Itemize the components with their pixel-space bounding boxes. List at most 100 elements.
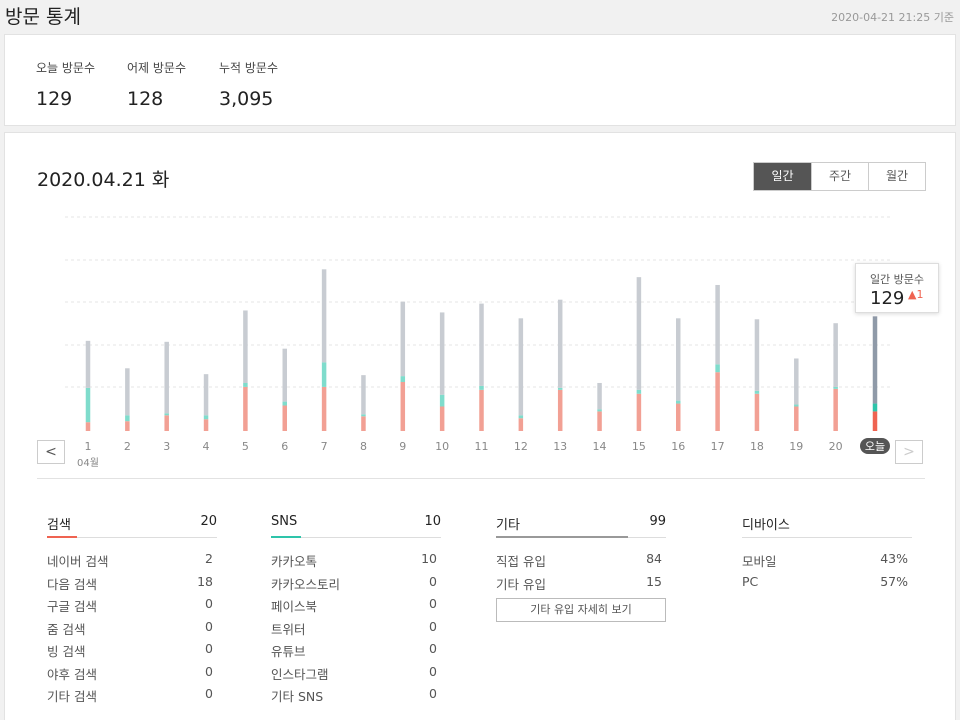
source-search-title: 검색 [47,518,71,533]
bar-segment [243,382,248,387]
source-sns-title: SNS [271,514,298,529]
bar-segment [439,406,445,431]
row-name: 트위터 [271,621,306,637]
source-search-header: 검색 20 [47,514,217,539]
bar-segment [676,403,681,431]
bar-segment [518,418,524,431]
tooltip-value: 129 [870,288,905,309]
source-sns-total: 10 [424,514,441,529]
bar-segment [636,277,642,390]
section-divider [37,478,925,479]
list-item: 다음 검색 18 [47,574,217,597]
bar-segment [125,368,130,416]
list-item: 기타 검색 0 [47,686,217,709]
bar-segment [518,415,524,419]
row-name: 기타 SNS [271,689,324,704]
source-device: 디바이스 모바일 43% PC 57% [742,514,912,589]
x-tick-label: 2 [124,440,131,453]
x-tick-label: 11 [475,440,489,453]
bar-segment [400,301,406,377]
x-tick-label: 10 [435,440,449,453]
source-device-title: 디바이스 [742,518,790,533]
stat-total-value: 3,095 [219,88,274,110]
list-item: 유튜브 0 [271,641,441,664]
bar-segment [676,400,681,404]
row-name: 모바일 [742,554,777,569]
list-item: 줌 검색 0 [47,619,217,642]
bar-segment [676,318,681,401]
row-name: 줌 검색 [47,621,86,637]
list-item: 트위터 0 [271,619,441,642]
tooltip-label: 일간 방문수 [869,273,925,286]
stat-total-label: 누적 방문수 [219,61,279,75]
row-value: 57% [880,573,908,589]
stat-yesterday: 어제 방문수 128 [127,59,186,110]
row-value: 0 [429,641,437,656]
bar-segment [557,389,563,431]
bar-segment [361,375,366,415]
x-tick-label: 8 [360,440,367,453]
row-name: 네이버 검색 [47,554,109,569]
x-tick-label: 7 [321,440,328,453]
other-details-button[interactable]: 기타 유입 자세히 보기 [496,598,666,622]
row-value: 84 [646,551,662,566]
list-item: PC 57% [742,574,912,597]
source-device-list: 모바일 43% PC 57% [742,551,912,596]
x-tick-label: 9 [399,440,406,453]
list-item: 카카오톡 10 [271,551,441,574]
bar-segment [400,382,406,431]
bar-segment [557,299,563,388]
row-value: 0 [429,573,437,589]
header-rule [742,537,912,538]
row-name: 구글 검색 [47,599,97,614]
list-item: 야후 검색 0 [47,664,217,687]
bar-segment [715,372,720,431]
bar-segment [243,310,248,383]
x-tick-label: 16 [671,440,685,453]
visit-chart-card: 2020.04.21 화 일간 주간 월간 1 2 3 4 5 6 7 8 9 10 11 12 13 1… [4,132,956,720]
source-search-list: 네이버 검색 2 다음 검색 18 구글 검색 0 줌 검색 0 빙 검색 0 야후 검색… [47,551,217,709]
row-value: 0 [205,686,213,701]
prev-period-button[interactable]: < [37,440,65,464]
stat-total: 누적 방문수 3,095 [219,59,278,110]
bar-segment [282,405,287,431]
row-value: 0 [205,596,213,611]
stat-today-label: 오늘 방문수 [36,61,96,75]
next-period-button[interactable]: > [895,440,923,464]
row-name: 카카오톡 [271,554,318,569]
x-tick-label: 13 [553,440,567,453]
bar-segment [754,319,760,391]
bar-segment [361,414,366,417]
row-name: 야후 검색 [47,666,97,682]
list-item: 기타 SNS 0 [271,686,441,709]
visit-bar-chart: 1 2 3 4 5 6 7 8 9 10 11 12 13 14 15 16 17 18 19 20 오늘04월 [65,216,893,469]
bar-segment [597,409,602,412]
bar-segment [518,318,524,416]
bar-segment [125,421,130,431]
x-tick-label: 15 [632,440,646,453]
bar-segment [754,393,760,431]
bar-segment [282,348,287,402]
bar-segment [85,387,91,423]
source-search: 검색 20 네이버 검색 2 다음 검색 18 구글 검색 0 줌 검색 0 빙 검색 0… [47,514,217,704]
row-value: 0 [205,663,213,679]
stat-yesterday-label: 어제 방문수 [127,61,187,75]
stat-yesterday-value: 128 [127,88,164,110]
bar-segment [164,415,169,431]
row-name: 직접 유입 [496,554,546,569]
list-item: 구글 검색 0 [47,596,217,619]
bar-segment [794,404,799,407]
bar-segment [479,389,484,431]
source-sns: SNS 10 카카오톡 10 카카오스토리 0 페이스북 0 트위터 0 유튜브 0 인스… [271,514,441,704]
bar-segment [164,341,169,414]
source-other-total: 99 [649,514,666,529]
stat-today: 오늘 방문수 129 [36,59,95,110]
row-name: 기타 검색 [47,689,97,704]
row-value: 0 [429,686,437,701]
list-item: 카카오스토리 0 [271,574,441,597]
bar-segment [636,389,642,394]
bar-segment [479,303,484,386]
row-name: 페이스북 [271,599,318,614]
x-tick-label: 4 [203,440,210,453]
bar-segment [243,386,248,431]
